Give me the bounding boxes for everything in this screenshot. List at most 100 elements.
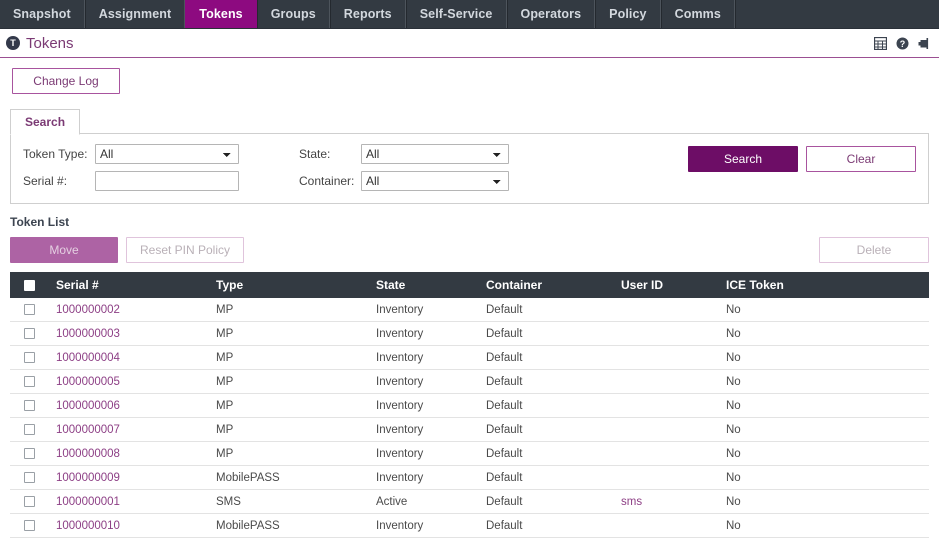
type-cell: SMS	[216, 490, 376, 514]
nav-tab-comms[interactable]: Comms	[661, 0, 735, 28]
table-row: 1000000005MPInventoryDefaultNo	[10, 370, 929, 394]
table-row: 1000000001SMSActiveDefaultsmsNo	[10, 490, 929, 514]
type-cell: MobilePASS	[216, 514, 376, 538]
row-checkbox[interactable]	[24, 448, 35, 459]
nav-tab-groups[interactable]: Groups	[257, 0, 330, 28]
column-header-user-id[interactable]: User ID	[621, 272, 726, 298]
serial-cell: 1000000006	[56, 394, 216, 418]
nav-tab-operators[interactable]: Operators	[507, 0, 596, 28]
page-title: Tokens	[26, 35, 74, 52]
nav-tab-assignment[interactable]: Assignment	[85, 0, 186, 28]
search-tabstrip: Search	[10, 108, 929, 134]
row-select-cell	[10, 394, 56, 418]
grid-icon[interactable]	[874, 37, 887, 50]
row-select-cell	[10, 346, 56, 370]
search-panel-body: Token Type: All State: All Serial #: Con…	[10, 134, 929, 204]
row-checkbox[interactable]	[24, 304, 35, 315]
search-button[interactable]: Search	[688, 146, 798, 172]
serial-link[interactable]: 1000000010	[56, 520, 120, 532]
move-button[interactable]: Move	[10, 237, 118, 263]
state-cell: Inventory	[376, 322, 486, 346]
column-header-container[interactable]: Container	[486, 272, 621, 298]
reset-pin-policy-button[interactable]: Reset PIN Policy	[126, 237, 244, 263]
row-select-cell	[10, 322, 56, 346]
help-icon[interactable]: ?	[896, 37, 909, 50]
serial-link[interactable]: 1000000005	[56, 376, 120, 388]
column-header-type[interactable]: Type	[216, 272, 376, 298]
token-type-label: Token Type:	[23, 147, 95, 161]
token-table-body: 1000000002MPInventoryDefaultNo1000000003…	[10, 298, 929, 538]
token-list-label: Token List	[0, 204, 939, 229]
state-cell: Inventory	[376, 418, 486, 442]
column-header-state[interactable]: State	[376, 272, 486, 298]
row-checkbox[interactable]	[24, 472, 35, 483]
ice-token-cell: No	[726, 418, 929, 442]
token-list-toolbar: Move Reset PIN Policy Delete	[0, 229, 939, 263]
state-cell: Inventory	[376, 370, 486, 394]
state-select[interactable]: All	[361, 144, 509, 164]
table-row: 1000000007MPInventoryDefaultNo	[10, 418, 929, 442]
serial-cell: 1000000001	[56, 490, 216, 514]
row-checkbox[interactable]	[24, 352, 35, 363]
user-id-cell	[621, 514, 726, 538]
row-checkbox[interactable]	[24, 400, 35, 411]
table-row: 1000000002MPInventoryDefaultNo	[10, 298, 929, 322]
header-icon-group: ?	[874, 37, 931, 50]
row-select-cell	[10, 442, 56, 466]
table-row: 1000000010 MobilePASSInventoryDefault No	[10, 514, 929, 538]
row-checkbox[interactable]	[24, 424, 35, 435]
nav-tab-self-service[interactable]: Self-Service	[406, 0, 507, 28]
row-checkbox[interactable]	[24, 520, 35, 531]
column-header-ice-token[interactable]: ICE Token	[726, 272, 929, 298]
select-all-checkbox[interactable]	[24, 280, 35, 291]
state-cell: Active	[376, 490, 486, 514]
column-header-serial[interactable]: Serial #	[56, 272, 216, 298]
serial-link[interactable]: 1000000001	[56, 496, 120, 508]
container-cell: Default	[486, 298, 621, 322]
serial-input[interactable]	[95, 171, 239, 191]
select-all-header	[10, 272, 56, 298]
container-select[interactable]: All	[361, 171, 509, 191]
nav-tab-reports[interactable]: Reports	[330, 0, 406, 28]
delete-button[interactable]: Delete	[819, 237, 929, 263]
change-log-button[interactable]: Change Log	[12, 68, 120, 94]
serial-link[interactable]: 1000000006	[56, 400, 120, 412]
row-checkbox[interactable]	[24, 376, 35, 387]
user-id-link[interactable]: sms	[621, 496, 642, 508]
user-id-cell	[621, 322, 726, 346]
row-checkbox[interactable]	[24, 328, 35, 339]
nav-tab-tokens[interactable]: Tokens	[185, 0, 256, 28]
serial-link[interactable]: 1000000009	[56, 472, 120, 484]
pin-icon[interactable]	[918, 37, 931, 50]
tab-search[interactable]: Search	[10, 109, 80, 135]
user-id-cell: sms	[621, 490, 726, 514]
state-cell: Inventory	[376, 514, 486, 538]
serial-cell: 1000000009	[56, 466, 216, 490]
nav-tab-snapshot[interactable]: Snapshot	[0, 0, 85, 28]
serial-link[interactable]: 1000000003	[56, 328, 120, 340]
state-cell: Inventory	[376, 442, 486, 466]
clear-button[interactable]: Clear	[806, 146, 916, 172]
serial-link[interactable]: 1000000004	[56, 352, 120, 364]
table-header-row: Serial # Type State Container User ID IC…	[10, 272, 929, 298]
ice-token-cell: No	[726, 514, 929, 538]
type-cell: MP	[216, 394, 376, 418]
serial-link[interactable]: 1000000007	[56, 424, 120, 436]
container-cell: Default	[486, 394, 621, 418]
row-select-cell	[10, 418, 56, 442]
page-header: T Tokens ?	[0, 29, 939, 58]
state-cell: Inventory	[376, 466, 486, 490]
serial-cell: 1000000010	[56, 514, 216, 538]
nav-tab-policy[interactable]: Policy	[595, 0, 660, 28]
serial-link[interactable]: 1000000008	[56, 448, 120, 460]
serial-link[interactable]: 1000000002	[56, 304, 120, 316]
user-id-cell	[621, 442, 726, 466]
search-panel: Search Token Type: All State: All Serial…	[0, 94, 939, 204]
container-cell: Default	[486, 346, 621, 370]
token-type-select[interactable]: All	[95, 144, 239, 164]
container-cell: Default	[486, 370, 621, 394]
row-checkbox[interactable]	[24, 496, 35, 507]
state-cell: Inventory	[376, 346, 486, 370]
container-cell: Default	[486, 514, 621, 538]
type-cell: MP	[216, 442, 376, 466]
